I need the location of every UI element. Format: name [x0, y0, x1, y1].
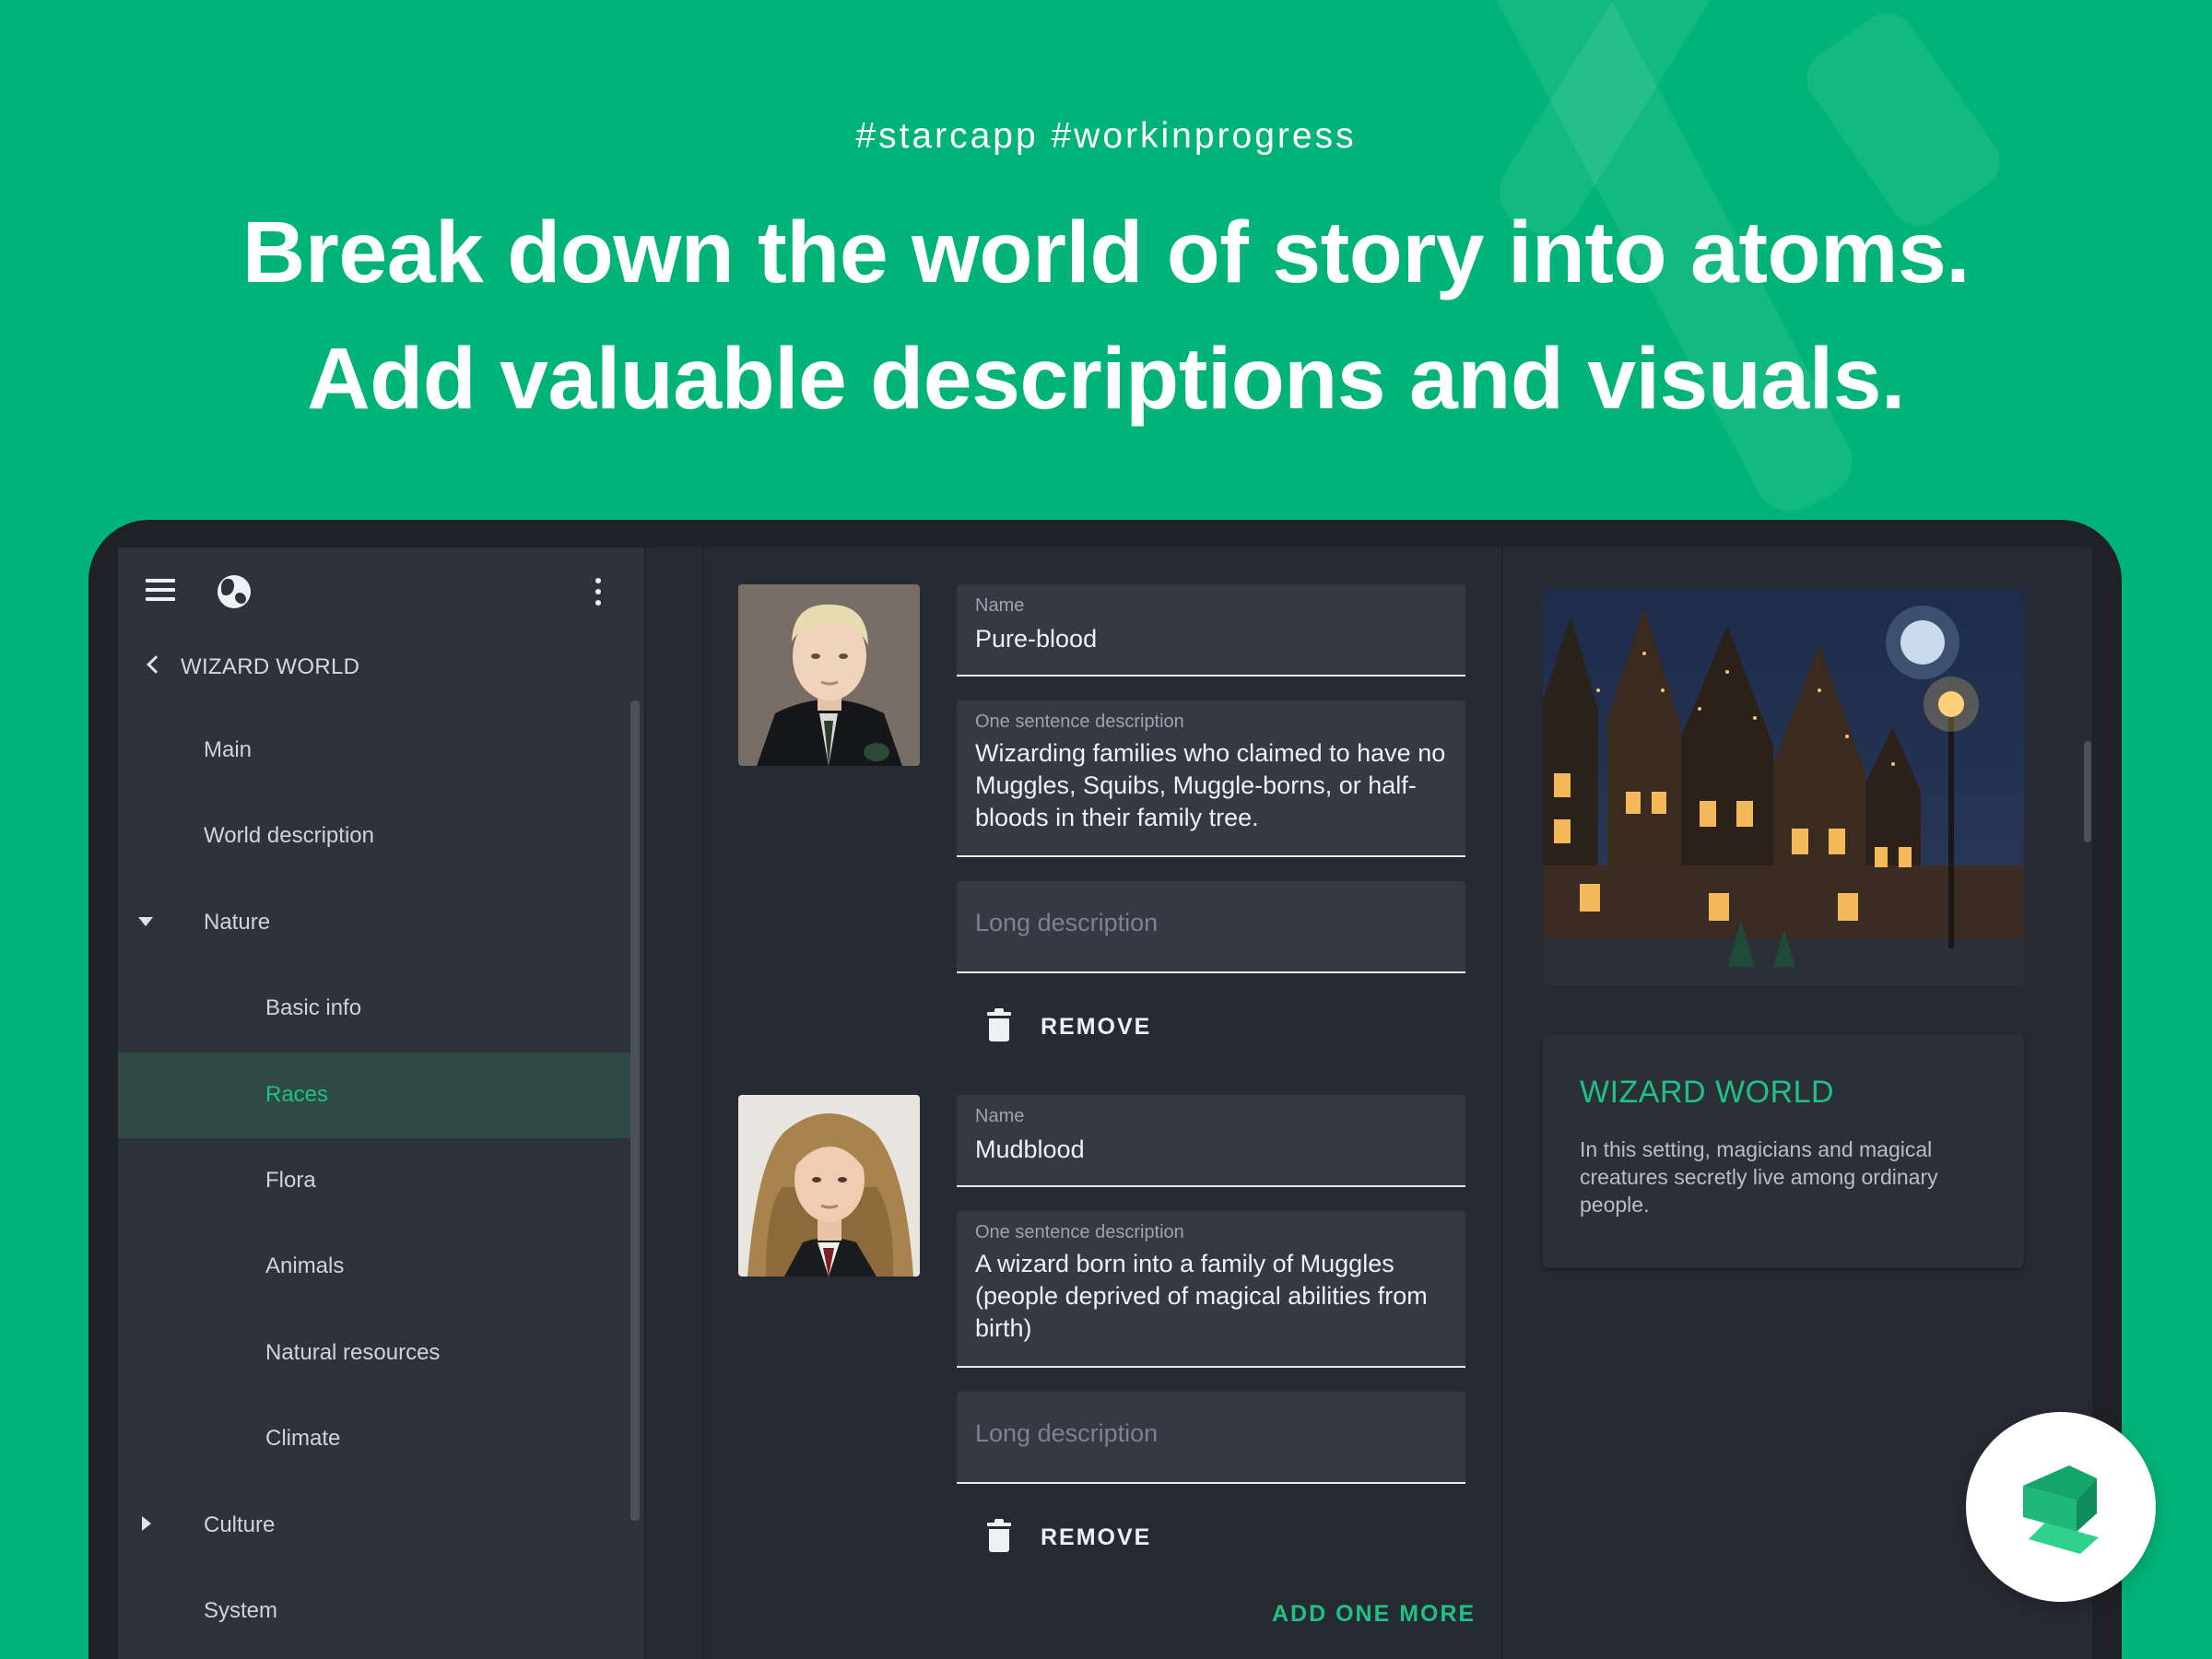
field-placeholder: Long description: [975, 1419, 1159, 1447]
remove-button[interactable]: REMOVE: [987, 1515, 1171, 1561]
sidebar-item-system[interactable]: System: [118, 1569, 630, 1654]
app-screen: WIZARD WORLD Main World description Natu…: [118, 547, 2092, 1659]
sidebar-item-label: Flora: [265, 1167, 316, 1193]
sidebar-item-label: Culture: [204, 1512, 276, 1537]
race-short-description-field[interactable]: One sentence description A wizard born i…: [957, 1211, 1465, 1368]
app-logo-icon: [2023, 1465, 2099, 1554]
headline-line-2: Add valuable descriptions and visuals.: [307, 330, 1905, 428]
hashtags: #starcapp #workinprogress: [855, 116, 1357, 156]
menu-icon[interactable]: [146, 579, 175, 601]
race-name-field[interactable]: Name Mudblood: [957, 1095, 1465, 1187]
trash-icon: [987, 1008, 1011, 1041]
sidebar-scrollbar[interactable]: [630, 700, 640, 1521]
race-name-field[interactable]: Name Pure-blood: [957, 584, 1465, 677]
sidebar-item-basic-info[interactable]: Basic info: [118, 966, 630, 1052]
field-label: Name: [975, 1106, 1025, 1126]
race-short-description-value: Wizarding families who claimed to have n…: [975, 739, 1446, 831]
race-portrait-image[interactable]: [738, 584, 920, 766]
world-card-title: WIZARD WORLD: [1580, 1075, 1835, 1110]
sidebar-item-climate[interactable]: Climate: [118, 1396, 630, 1482]
content-scrollbar[interactable]: [2084, 741, 2091, 842]
remove-label: REMOVE: [1041, 1524, 1152, 1550]
headline-line-1: Break down the world of story into atoms…: [241, 204, 1971, 301]
sidebar: WIZARD WORLD Main World description Natu…: [118, 547, 644, 1659]
sidebar-item-label: Basic info: [265, 995, 362, 1021]
remove-button[interactable]: REMOVE: [987, 1005, 1171, 1051]
sidebar-item-natural-resources[interactable]: Natural resources: [118, 1311, 630, 1396]
field-label: One sentence description: [975, 712, 1184, 732]
sidebar-item-nature[interactable]: Nature: [118, 880, 630, 966]
sidebar-item-label: Animals: [265, 1253, 345, 1279]
sidebar-item-label: Races: [265, 1081, 329, 1107]
sidebar-toolbar: [118, 547, 644, 630]
divider: [1501, 547, 1503, 1659]
expand-less-icon[interactable]: [138, 916, 153, 926]
trash-icon: [987, 1519, 1011, 1552]
sidebar-item-label: Nature: [204, 909, 271, 935]
field-placeholder: Long description: [975, 909, 1159, 936]
world-summary-card[interactable]: WIZARD WORLD In this setting, magicians …: [1543, 1034, 2024, 1268]
sidebar-item-races[interactable]: Races: [118, 1052, 630, 1138]
globe-icon[interactable]: [218, 575, 251, 608]
sidebar-item-label: System: [204, 1597, 278, 1623]
race-long-description-field[interactable]: Long description: [957, 1392, 1465, 1484]
world-card-description: In this setting, magicians and magical c…: [1580, 1137, 1938, 1217]
sidebar-item-culture[interactable]: Culture: [118, 1483, 630, 1569]
expand-more-icon[interactable]: [142, 1515, 151, 1531]
app-logo-badge: [1966, 1412, 2156, 1602]
race-long-description-field[interactable]: Long description: [957, 881, 1465, 973]
sidebar-nav: Main World description Nature Basic info…: [118, 708, 630, 1654]
race-name-value: Mudblood: [975, 1135, 1085, 1163]
field-label: Name: [975, 595, 1025, 616]
back-to-world-button[interactable]: WIZARD WORLD: [118, 645, 644, 689]
field-label: One sentence description: [975, 1222, 1184, 1242]
sidebar-item-label: Natural resources: [265, 1339, 441, 1365]
race-short-description-field[interactable]: One sentence description Wizarding famil…: [957, 700, 1465, 857]
more-vert-icon[interactable]: [595, 578, 603, 606]
divider: [702, 547, 704, 1659]
divider: [644, 547, 646, 1659]
remove-label: REMOVE: [1041, 1014, 1152, 1040]
sidebar-item-label: Main: [204, 737, 253, 762]
sidebar-item-main[interactable]: Main: [118, 708, 630, 794]
chevron-left-icon: [147, 655, 165, 674]
sidebar-item-label: World description: [204, 823, 374, 849]
sidebar-item-flora[interactable]: Flora: [118, 1138, 630, 1224]
race-short-description-value: A wizard born into a family of Muggles (…: [975, 1250, 1428, 1342]
add-one-more-button[interactable]: ADD ONE MORE: [1272, 1601, 1476, 1628]
world-cover-image[interactable]: [1543, 589, 2024, 985]
sidebar-item-world-description[interactable]: World description: [118, 794, 630, 879]
sidebar-item-animals[interactable]: Animals: [118, 1224, 630, 1310]
race-portrait-image[interactable]: [738, 1095, 920, 1277]
sidebar-item-label: Climate: [265, 1426, 341, 1452]
world-name-label: WIZARD WORLD: [181, 654, 360, 679]
race-name-value: Pure-blood: [975, 625, 1098, 653]
